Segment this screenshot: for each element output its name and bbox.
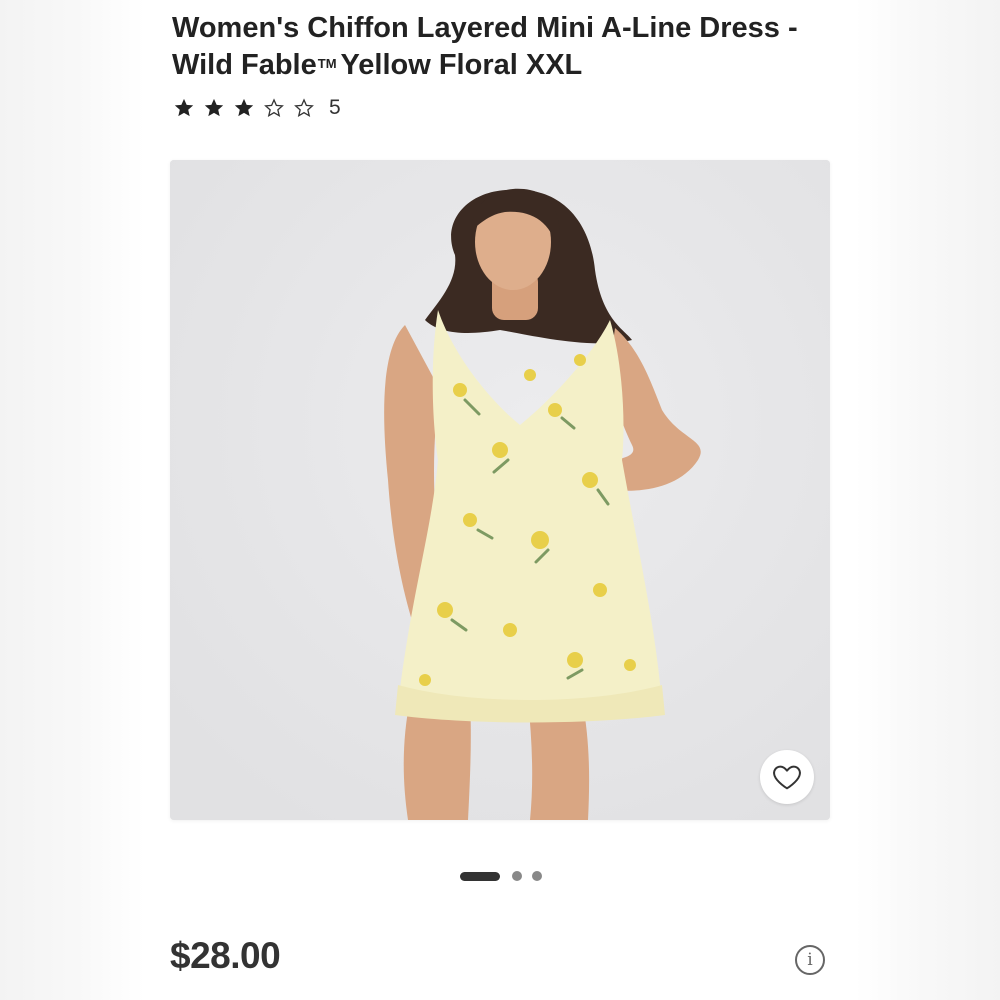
favorite-button[interactable]	[760, 750, 814, 804]
product-title: Women's Chiffon Layered Mini A-Line Dres…	[172, 10, 832, 83]
heart-outline-icon	[773, 765, 801, 790]
product-image-card[interactable]	[170, 160, 830, 820]
pagination-dot[interactable]	[532, 871, 542, 881]
price: $28.00	[170, 935, 281, 976]
rating-count[interactable]: 5	[329, 96, 341, 120]
product-title-line1: Women's Chiffon Layered Mini A-Line Dres…	[172, 12, 798, 44]
trademark-symbol: TM	[317, 56, 337, 71]
star-filled-icon	[234, 98, 254, 117]
product-title-rest: Yellow Floral XXL	[340, 49, 583, 81]
star-filled-icon	[204, 98, 224, 117]
star-filled-icon	[174, 98, 194, 117]
info-circle-icon: i	[807, 950, 813, 970]
star-rating[interactable]: 5	[173, 94, 341, 122]
product-panel: Women's Chiffon Layered Mini A-Line Dres…	[145, 0, 855, 1000]
right-backdrop	[855, 0, 1000, 1000]
image-pagination[interactable]	[460, 870, 552, 882]
brand-name: Wild Fable	[172, 49, 317, 81]
star-empty-icon	[264, 98, 284, 117]
price-info-button[interactable]: i	[795, 945, 825, 975]
pagination-dot-active[interactable]	[460, 871, 500, 881]
product-photo	[170, 160, 830, 820]
star-empty-icon	[294, 98, 314, 117]
left-backdrop	[0, 0, 145, 1000]
pagination-dot[interactable]	[512, 871, 522, 881]
